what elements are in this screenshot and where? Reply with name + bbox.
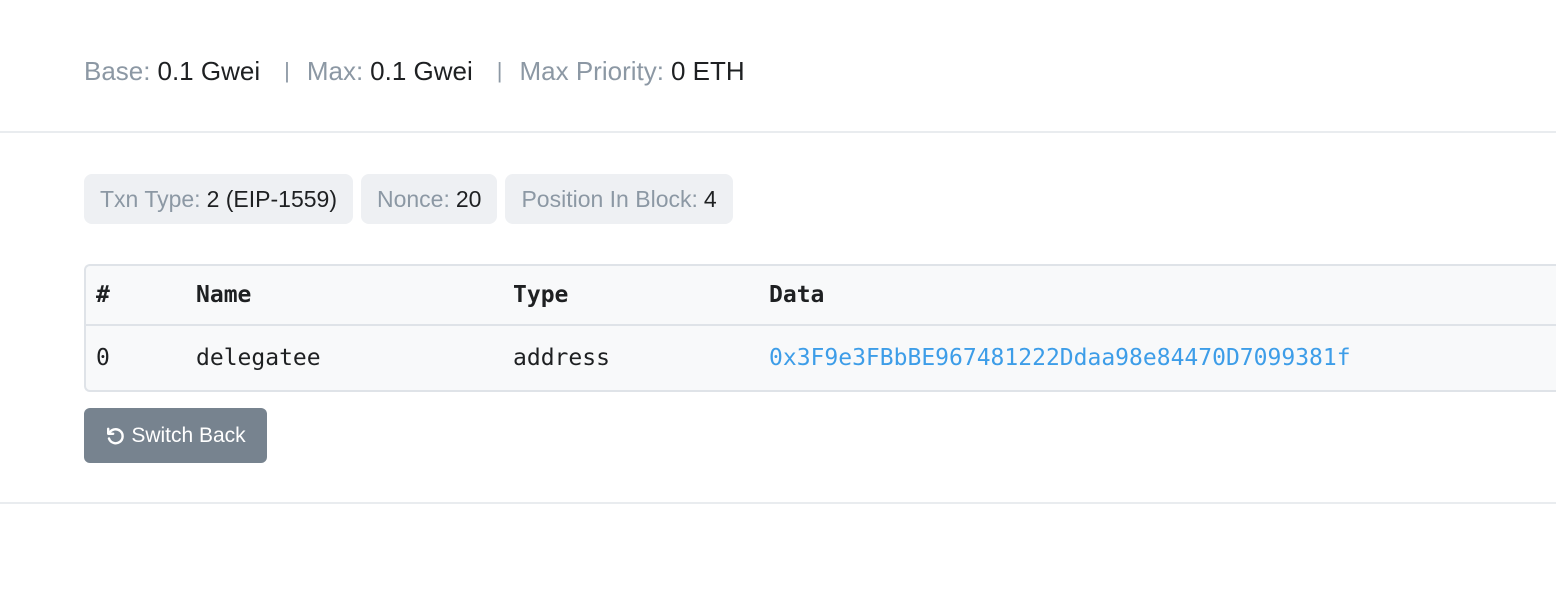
txn-type-value: 2 (EIP-1559) bbox=[206, 186, 337, 212]
header-data: Data bbox=[769, 282, 825, 308]
undo-icon bbox=[105, 426, 125, 446]
position-in-block-value: 4 bbox=[703, 186, 717, 212]
input-data-table: # Name Type Data 0 delegatee address 0x3… bbox=[84, 264, 1556, 392]
nonce-label: Nonce: bbox=[376, 186, 450, 212]
max-fee-label: Max: bbox=[306, 56, 364, 86]
separator: | bbox=[496, 58, 503, 83]
section-divider bbox=[0, 131, 1556, 133]
section-divider bbox=[0, 502, 1556, 504]
position-in-block-label: Position In Block: bbox=[521, 186, 698, 212]
delegatee-address-link[interactable]: 0x3F9e3FBbBE967481222Ddaa98e84470D709938… bbox=[769, 326, 1351, 390]
header-type: Type bbox=[513, 282, 569, 308]
transaction-details-panel: Base: 0.1 Gwei | Max: 0.1 Gwei | Max Pri… bbox=[0, 0, 1556, 610]
row-name: delegatee bbox=[196, 345, 321, 371]
header-name: Name bbox=[196, 282, 252, 308]
row-type: address bbox=[513, 345, 610, 371]
max-fee-value: 0.1 Gwei bbox=[370, 56, 473, 86]
nonce-badge: Nonce: 20 bbox=[360, 174, 498, 224]
txn-type-badge: Txn Type: 2 (EIP-1559) bbox=[84, 174, 353, 224]
position-in-block-badge: Position In Block: 4 bbox=[505, 174, 733, 224]
table-header: # Name Type Data bbox=[86, 266, 1556, 326]
switch-back-label: Switch Back bbox=[131, 423, 246, 447]
row-index: 0 bbox=[96, 345, 110, 371]
separator: | bbox=[284, 58, 290, 83]
base-fee-label: Base: bbox=[84, 56, 151, 86]
nonce-value: 20 bbox=[455, 186, 482, 212]
transaction-attributes: Txn Type: 2 (EIP-1559) Nonce: 20 Position … bbox=[84, 174, 733, 224]
table-row: 0 delegatee address 0x3F9e3FBbBE96748122… bbox=[86, 326, 1556, 390]
base-fee-value: 0.1 Gwei bbox=[157, 56, 261, 86]
max-priority-fee-value: 0 ETH bbox=[670, 56, 745, 86]
max-priority-fee-label: Max Priority: bbox=[519, 56, 664, 86]
gas-fees-row: Base: 0.1 Gwei | Max: 0.1 Gwei | Max Pri… bbox=[84, 54, 745, 88]
txn-type-label: Txn Type: bbox=[100, 186, 201, 212]
header-index: # bbox=[96, 282, 110, 308]
switch-back-button[interactable]: Switch Back bbox=[84, 408, 267, 463]
